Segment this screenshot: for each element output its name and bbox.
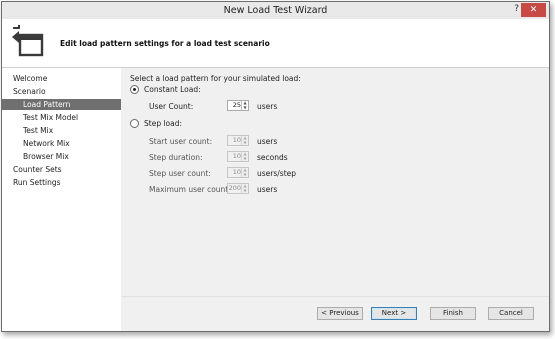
start-user-count-label: Start user count:	[149, 137, 213, 146]
spin-arrows-icon[interactable]: ▲ ▼	[241, 167, 248, 177]
user-count-label: User Count:	[149, 102, 194, 111]
header-instruction: Edit load pattern settings for a load te…	[60, 39, 270, 48]
maximum-user-count-label: Maximum user count:	[149, 185, 231, 194]
spin-arrows-icon[interactable]: ▲ ▼	[241, 100, 248, 110]
user-count-unit: users	[257, 102, 278, 111]
spin-arrows-icon[interactable]: ▲ ▼	[241, 135, 248, 145]
nav-item-run-settings[interactable]: Run Settings	[2, 177, 131, 188]
spin-arrows-icon[interactable]: ▲ ▼	[241, 151, 248, 161]
finish-button[interactable]: Finish	[430, 307, 476, 320]
title-bar: New Load Test Wizard ? ✕	[2, 2, 549, 20]
wizard-nav: Welcome Scenario Load Pattern Test Mix M…	[2, 68, 141, 331]
step-user-count-unit: users/step	[257, 169, 297, 178]
load-pattern-prompt: Select a load pattern for your simulated…	[130, 74, 301, 83]
wizard-window: New Load Test Wizard ? ✕ Edit load patte…	[1, 1, 550, 332]
spin-arrows-icon[interactable]: ▲ ▼	[241, 183, 248, 193]
wizard-arrow-document-icon	[12, 25, 44, 57]
step-duration-stepper[interactable]: 10 ▲ ▼	[227, 151, 249, 162]
step-duration-unit: seconds	[257, 153, 288, 162]
load-pattern-panel: Select a load pattern for your simulated…	[121, 68, 549, 296]
user-count-value[interactable]: 25	[233, 101, 241, 109]
cancel-button[interactable]: Cancel	[488, 307, 534, 320]
constant-load-radio[interactable]	[130, 85, 139, 94]
step-user-count-stepper[interactable]: 10 ▲ ▼	[227, 167, 249, 178]
step-load-radio[interactable]	[130, 119, 139, 128]
wizard-header: Edit load pattern settings for a load te…	[2, 19, 549, 68]
step-user-count-value[interactable]: 10	[233, 168, 241, 176]
next-button[interactable]: Next >	[371, 307, 417, 320]
step-user-count-label: Step user count:	[149, 169, 211, 178]
wizard-footer: < Previous Next > Finish Cancel	[121, 296, 549, 331]
start-user-count-value[interactable]: 10	[233, 136, 241, 144]
user-count-stepper[interactable]: 25 ▲ ▼	[227, 100, 249, 111]
step-load-label[interactable]: Step load:	[144, 119, 182, 128]
step-duration-label: Step duration:	[149, 153, 203, 162]
nav-item-welcome[interactable]: Welcome	[2, 73, 131, 84]
help-icon[interactable]: ?	[514, 4, 519, 14]
maximum-user-count-value[interactable]: 200	[229, 184, 241, 192]
previous-button[interactable]: < Previous	[317, 307, 363, 320]
maximum-user-count-stepper[interactable]: 200 ▲ ▼	[227, 183, 249, 194]
start-user-count-unit: users	[257, 137, 278, 146]
maximum-user-count-unit: users	[257, 185, 278, 194]
window-title: New Load Test Wizard	[223, 5, 328, 16]
start-user-count-stepper[interactable]: 10 ▲ ▼	[227, 135, 249, 146]
nav-item-counter-sets[interactable]: Counter Sets	[2, 164, 131, 175]
radio-selected-dot	[133, 88, 136, 91]
close-button[interactable]: ✕	[521, 3, 546, 17]
constant-load-label[interactable]: Constant Load:	[144, 85, 201, 94]
step-duration-value[interactable]: 10	[233, 152, 241, 160]
nav-item-scenario[interactable]: Scenario	[2, 86, 131, 97]
